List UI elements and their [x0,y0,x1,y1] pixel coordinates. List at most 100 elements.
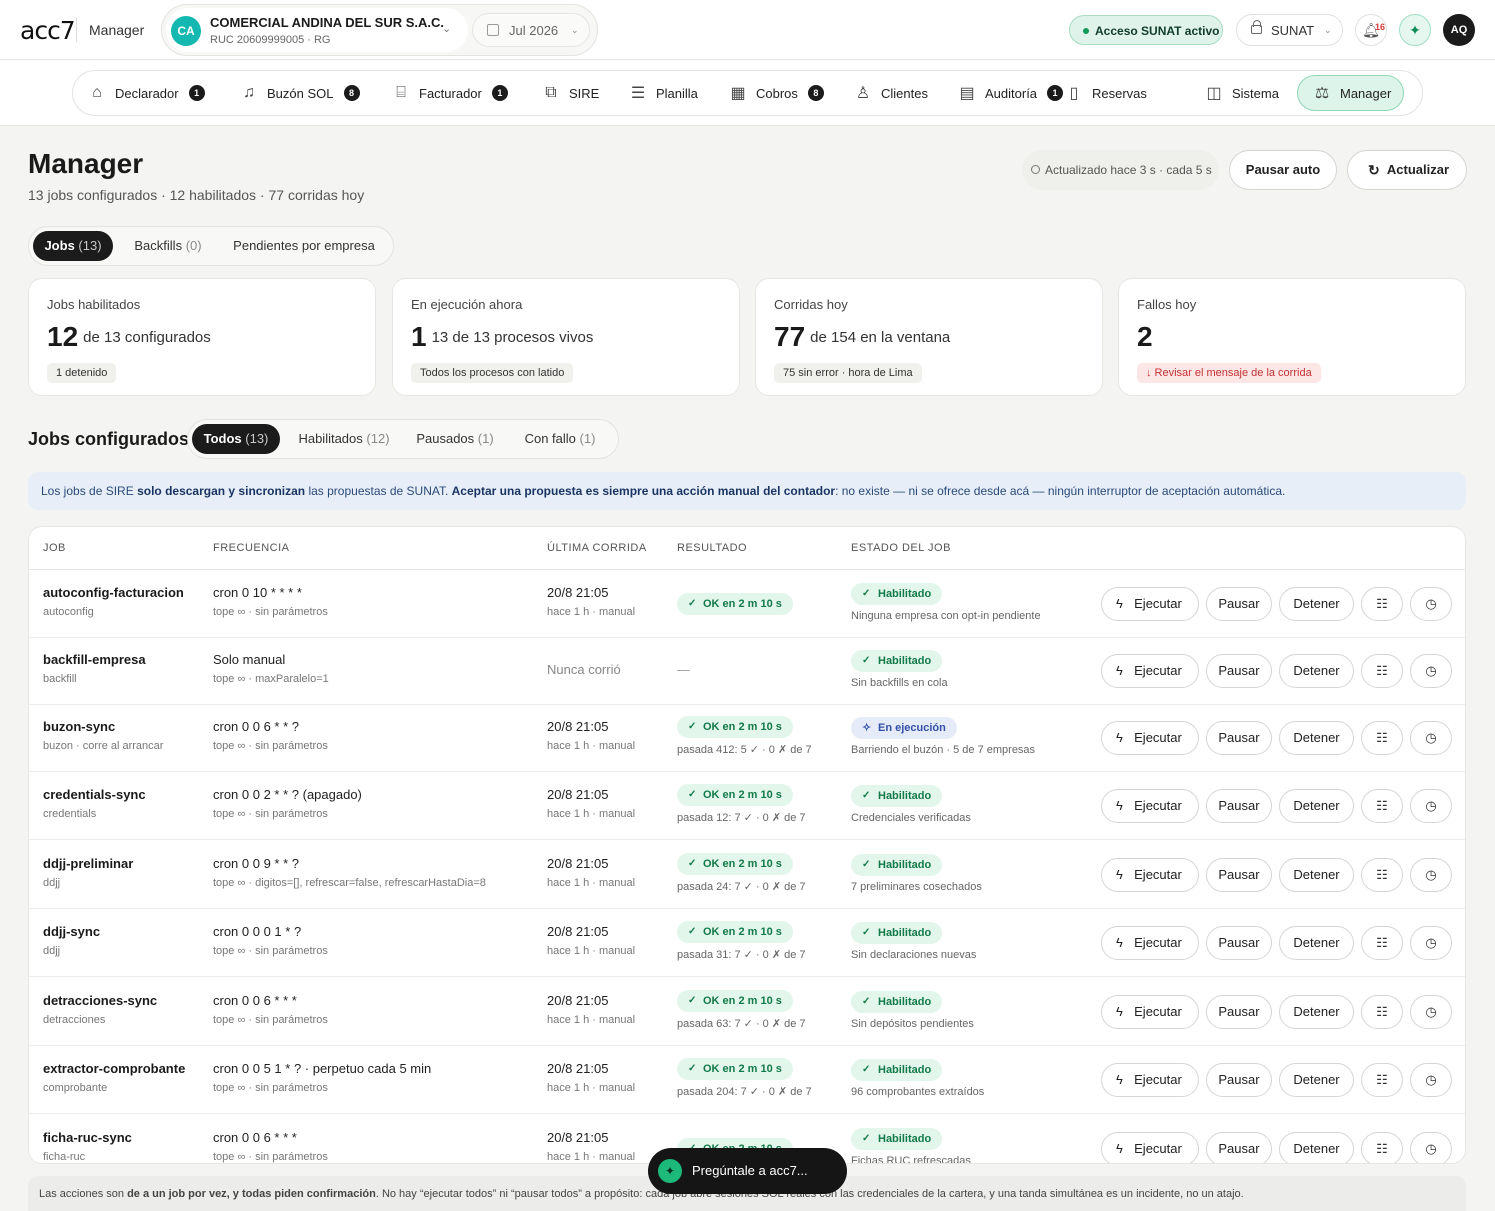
job-history-button[interactable]: ◷ [1410,789,1452,823]
ask-assistant-button[interactable]: ✦ Pregúntale a acc7... [648,1148,847,1194]
pause-job-button[interactable]: Pausar [1206,858,1272,892]
job-history-button[interactable]: ◷ [1410,1132,1452,1163]
user-avatar[interactable]: AQ [1443,14,1475,46]
scale-icon: ⚖ [1314,85,1330,102]
filter-habilitados[interactable]: Habilitados (12) [288,424,400,454]
nav-item-buz-n-sol[interactable]: ♫ Buzón SOL 8 [239,75,360,111]
nav-item-reservas[interactable]: ▯ Reservas [1064,75,1147,111]
pause-job-button[interactable]: Pausar [1206,995,1272,1029]
stop-job-button[interactable]: Detener [1279,789,1354,823]
job-history-button[interactable]: ◷ [1410,926,1452,960]
pause-job-button[interactable]: Pausar [1206,654,1272,688]
last-run-time: Nunca corrió [547,662,621,677]
company-avatar: CA [171,16,201,46]
tab-jobs[interactable]: Jobs (13) [33,231,113,261]
last-run-detail: hace 1 h · manual [547,1151,636,1163]
run-job-button[interactable]: ϟ Ejecutar [1101,654,1199,688]
job-name: ddjj-preliminar [43,856,134,871]
user-icon: ♙ [855,85,871,102]
run-job-button[interactable]: ϟ Ejecutar [1101,1063,1199,1097]
run-job-button[interactable]: ϟ Ejecutar [1101,926,1199,960]
nav-item-sire[interactable]: ⧉ SIRE [541,75,599,111]
pause-job-button[interactable]: Pausar [1206,587,1272,621]
job-settings-button[interactable]: ☷ [1361,721,1403,755]
stop-job-button[interactable]: Detener [1279,587,1354,621]
kpi-label: En ejecución ahora [411,297,523,312]
stop-job-button[interactable]: Detener [1279,721,1354,755]
last-run-time: 20/8 21:05 [547,1061,609,1076]
nav-item-planilla[interactable]: ☰ Planilla [628,75,698,111]
pause-job-button[interactable]: Pausar [1206,721,1272,755]
nav-item-sistema[interactable]: ◫ Sistema [1204,75,1279,111]
nav-badge: 8 [343,85,360,101]
nav-item-auditor-a[interactable]: ▤ Auditoría 1 [957,75,1064,111]
nav-item-label: Facturador [419,85,482,101]
job-settings-button[interactable]: ☷ [1361,587,1403,621]
app-logo[interactable]: acc7 [20,16,76,45]
stop-job-button[interactable]: Detener [1279,654,1354,688]
job-params: tope ∞ · sin parámetros [213,740,328,752]
table-header: JOB FRECUENCIA ÚLTIMA CORRIDA RESULTADO … [29,527,1465,570]
job-settings-button[interactable]: ☷ [1361,654,1403,688]
refresh-button[interactable]: ↻ Actualizar [1347,150,1467,190]
sunat-menu-button[interactable]: SUNAT ⌄ [1236,14,1343,46]
job-type: credentials [43,808,97,820]
pause-job-button[interactable]: Pausar [1206,789,1272,823]
job-history-button[interactable]: ◷ [1410,995,1452,1029]
last-run-detail: hace 1 h · manual [547,606,636,618]
pause-job-button[interactable]: Pausar [1206,1063,1272,1097]
nav-item-declarador[interactable]: ⌂ Declarador 1 [87,75,205,111]
job-settings-button[interactable]: ☷ [1361,995,1403,1029]
nav-item-label: Planilla [656,85,698,101]
job-settings-button[interactable]: ☷ [1361,858,1403,892]
stop-job-button[interactable]: Detener [1279,1132,1354,1163]
period-selector[interactable]: Jul 2026 ⌄ [472,13,590,47]
job-frequency: cron 0 0 0 1 * ? [213,924,302,939]
main-tabs: Jobs (13) Backfills (0) Pendientes por e… [28,226,394,266]
filter-con-fallo[interactable]: Con fallo (1) [510,424,610,454]
job-settings-button[interactable]: ☷ [1361,1063,1403,1097]
pause-job-button[interactable]: Pausar [1206,926,1272,960]
stop-job-button[interactable]: Detener [1279,858,1354,892]
job-history-button[interactable]: ◷ [1410,654,1452,688]
filter-todos[interactable]: Todos (13) [192,424,280,454]
stop-job-button[interactable]: Detener [1279,995,1354,1029]
nav-item-cobros[interactable]: ▦ Cobros 8 [728,75,824,111]
run-job-button[interactable]: ϟ Ejecutar [1101,721,1199,755]
company-selector[interactable]: CA COMERCIAL ANDINA DEL SUR S.A.C. RUC 2… [166,8,468,52]
stop-job-button[interactable]: Detener [1279,926,1354,960]
job-history-button[interactable]: ◷ [1410,858,1452,892]
run-job-button[interactable]: ϟ Ejecutar [1101,587,1199,621]
nav-item-manager[interactable]: ⚖ Manager [1297,75,1405,111]
run-job-button[interactable]: ϟ Ejecutar [1101,858,1199,892]
job-settings-button[interactable]: ☷ [1361,926,1403,960]
nav-item-clientes[interactable]: ♙ Clientes [853,75,928,111]
nav-item-facturador[interactable]: ⌸ Facturador 1 [391,75,508,111]
column-header: ESTADO DEL JOB [851,542,951,554]
run-job-button[interactable]: ϟ Ejecutar [1101,995,1199,1029]
job-history-button[interactable]: ◷ [1410,721,1452,755]
nav-item-label: Cobros [756,85,798,101]
pause-job-button[interactable]: Pausar [1206,1132,1272,1163]
notifications-button[interactable]: 🔔︎ 16 [1355,14,1387,46]
tab-pendientes[interactable]: Pendientes por empresa [223,231,385,261]
filter-pausados[interactable]: Pausados (1) [410,424,500,454]
refresh-icon: ↻ [1368,162,1380,178]
result-badge: OK en 2 m 10 s [677,593,793,615]
stop-job-button[interactable]: Detener [1279,1063,1354,1097]
job-status-badge: Habilitado [851,922,943,944]
kpi-label: Fallos hoy [1137,297,1197,312]
result-badge: OK en 2 m 10 s [677,921,793,943]
tab-backfills[interactable]: Backfills (0) [121,231,215,261]
job-history-button[interactable]: ◷ [1410,1063,1452,1097]
refresh-label: Actualizar [1386,162,1450,177]
job-settings-button[interactable]: ☷ [1361,1132,1403,1163]
job-settings-button[interactable]: ☷ [1361,789,1403,823]
run-job-button[interactable]: ϟ Ejecutar [1101,789,1199,823]
ai-assistant-button[interactable]: ✦ [1399,14,1431,46]
review-failures-link[interactable]: ↓ Revisar el mensaje de la corrida [1137,363,1321,383]
pause-auto-button[interactable]: Pausar auto [1229,150,1337,190]
job-history-button[interactable]: ◷ [1410,587,1452,621]
run-job-button[interactable]: ϟ Ejecutar [1101,1132,1199,1163]
nav-badge: 1 [1047,85,1064,101]
